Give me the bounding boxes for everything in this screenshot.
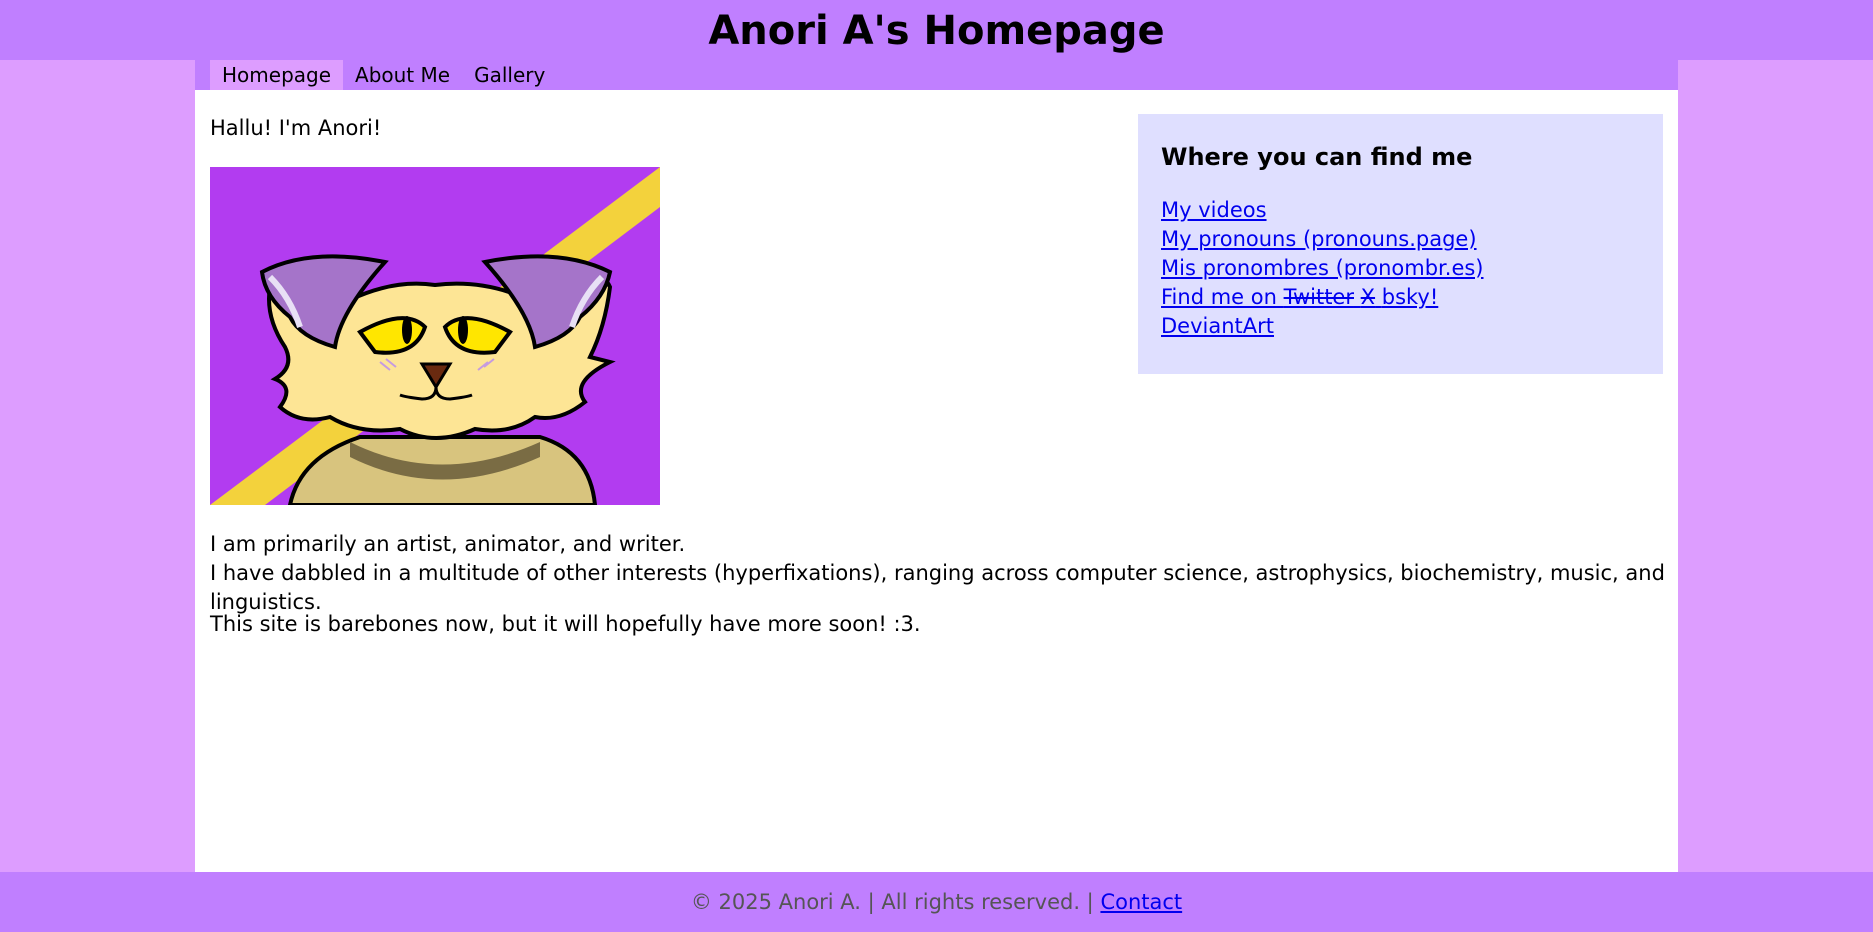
site-footer: © 2025 Anori A. | All rights reserved. |… <box>0 872 1873 932</box>
nav-item-about-me[interactable]: About Me <box>343 60 462 90</box>
sidebar-item: Find me on Twitter X bsky! <box>1161 283 1640 312</box>
social-link-struck-x: X <box>1360 285 1376 309</box>
sidebar-item: My pronouns (pronouns.page) <box>1161 225 1640 254</box>
deviantart-link[interactable]: DeviantArt <box>1161 314 1274 338</box>
bio-line: I am primarily an artist, animator, and … <box>210 532 686 556</box>
social-link-bsky: bsky! <box>1381 285 1439 309</box>
greeting-text: Hallu! I'm Anori! <box>210 116 382 140</box>
pronouns-link[interactable]: My pronouns (pronouns.page) <box>1161 227 1477 251</box>
social-link-struck-twitter: Twitter <box>1283 285 1354 309</box>
sidebar-title: Where you can find me <box>1161 143 1473 171</box>
main-content: Hallu! I'm Anori! I am primarily an arti… <box>195 90 1678 872</box>
videos-link[interactable]: My videos <box>1161 198 1267 222</box>
page-title: Anori A's Homepage <box>708 8 1165 54</box>
contact-link[interactable]: Contact <box>1100 890 1182 914</box>
nav-item-homepage[interactable]: Homepage <box>210 60 344 90</box>
nav-item-gallery[interactable]: Gallery <box>462 60 557 90</box>
sidebar-item: My videos <box>1161 196 1640 225</box>
footer-copyright: © 2025 Anori A. | All rights reserved. | <box>690 890 1101 914</box>
bio-text: I am primarily an artist, animator, and … <box>210 530 1670 617</box>
social-link[interactable]: Find me on Twitter X bsky! <box>1161 285 1438 309</box>
pronombres-link[interactable]: Mis pronombres (pronombr.es) <box>1161 256 1484 280</box>
sidebar-item: Mis pronombres (pronombr.es) <box>1161 254 1640 283</box>
closing-text: This site is barebones now, but it will … <box>210 612 921 636</box>
bio-line: I have dabbled in a multitude of other i… <box>210 561 1665 614</box>
site-header: Anori A's Homepage <box>0 0 1873 60</box>
nav-bar: Homepage About Me Gallery <box>195 60 1678 90</box>
social-link-prefix: Find me on <box>1161 285 1284 309</box>
sidebar-item: DeviantArt <box>1161 312 1640 341</box>
avatar-image <box>210 167 660 505</box>
links-sidebar: Where you can find me My videos My prono… <box>1138 114 1663 374</box>
